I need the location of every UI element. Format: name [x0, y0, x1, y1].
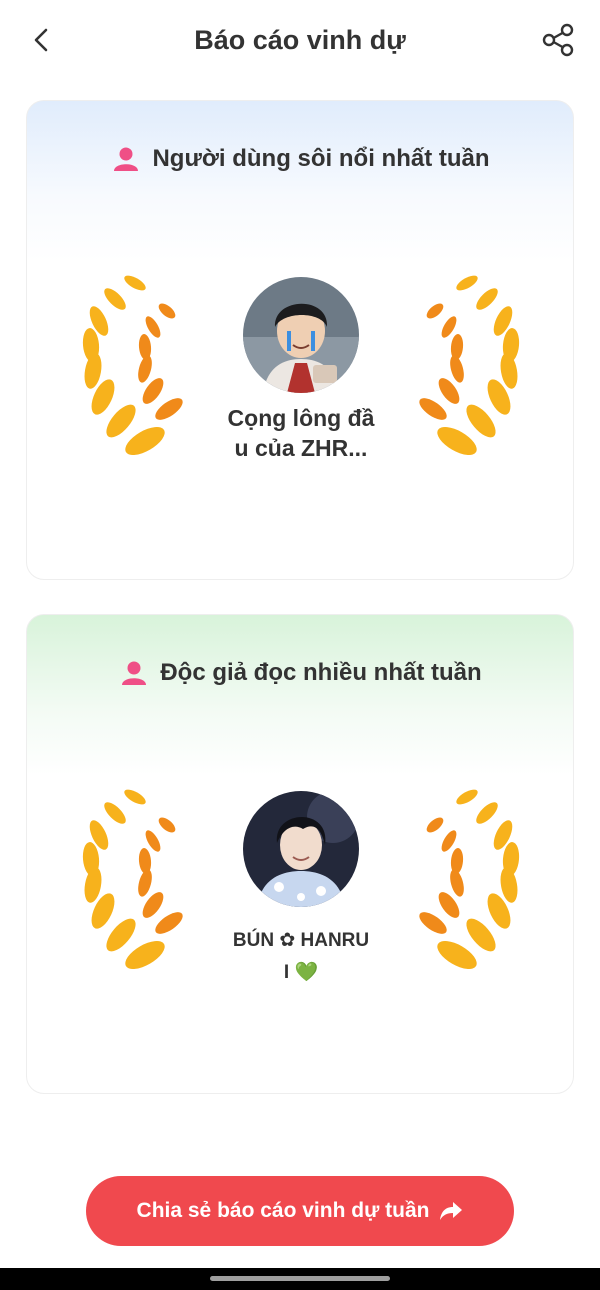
share-arrow-icon	[440, 1202, 463, 1220]
avatar[interactable]	[243, 791, 359, 907]
navigation-bar	[0, 1268, 600, 1290]
top-reader-card: Độc giả đọc nhiều nhất tuần BÚN ✿ HANRU …	[26, 614, 574, 1094]
laurel-right-icon	[419, 789, 520, 969]
home-indicator[interactable]	[210, 1276, 390, 1281]
laurel-left-icon	[82, 789, 183, 969]
share-report-button[interactable]: Chia sẻ báo cáo vinh dự tuần	[86, 1176, 514, 1246]
card-heading-text: Độc giả đọc nhiều nhất tuần	[160, 659, 482, 686]
user-icon	[114, 147, 139, 171]
user-name[interactable]: Cọng lông đầ u của ZHR...	[201, 403, 401, 463]
header: Báo cáo vinh dự	[0, 0, 600, 80]
card-heading-text: Người dùng sôi nổi nhất tuần	[152, 145, 490, 172]
avatar[interactable]	[243, 277, 359, 393]
page-title: Báo cáo vinh dự	[194, 25, 406, 55]
most-active-user-card: Người dùng sôi nổi nhất tuần Cọng lông đ…	[26, 100, 574, 580]
laurel-right-icon	[419, 275, 520, 455]
card-heading: Độc giả đọc nhiều nhất tuần	[27, 659, 573, 687]
user-name[interactable]: BÚN ✿ HANRU I 💚	[201, 925, 401, 989]
share-icon	[542, 23, 574, 57]
share-report-label: Chia sẻ báo cáo vinh dự tuần	[136, 1199, 430, 1222]
laurel-left-icon	[82, 275, 183, 455]
share-button[interactable]	[538, 20, 578, 60]
user-icon	[122, 661, 147, 685]
card-heading: Người dùng sôi nổi nhất tuần	[27, 145, 573, 173]
